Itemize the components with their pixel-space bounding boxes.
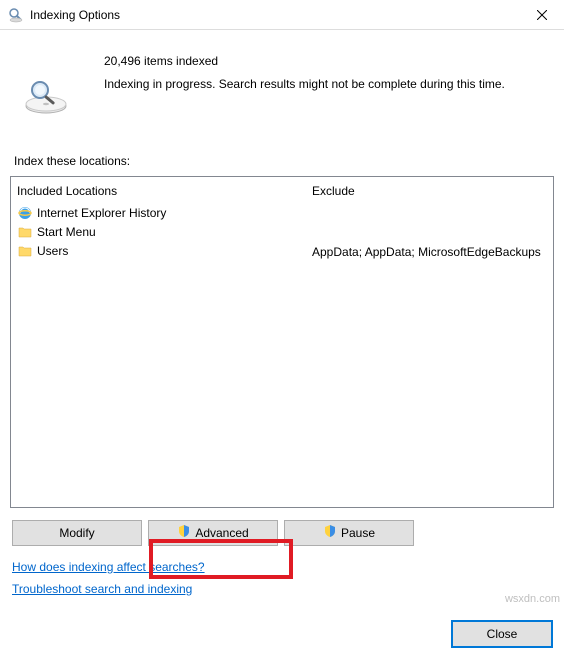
folder-icon [17,243,33,259]
close-label: Close [487,627,518,641]
shield-icon [323,524,337,541]
list-item[interactable]: Internet Explorer History [17,204,300,223]
list-item[interactable]: Start Menu [17,223,300,242]
watermark: wsxdn.com [505,593,560,605]
window-close-button[interactable] [519,0,564,30]
locations-list: Included Locations Internet Explorer His… [10,176,554,508]
items-indexed-text: 20,496 items indexed [104,50,554,73]
progress-text: Indexing in progress. Search results mig… [104,73,554,96]
titlebar: Indexing Options [0,0,564,30]
troubleshoot-link[interactable]: Troubleshoot search and indexing [12,582,192,596]
modify-label: Modify [59,526,94,540]
folder-icon [17,224,33,240]
location-name: Users [37,244,68,258]
advanced-label: Advanced [195,526,248,540]
ie-icon [17,205,33,221]
list-item[interactable]: Users [17,242,300,261]
help-link[interactable]: How does indexing affect searches? [12,560,205,574]
locations-label: Index these locations: [14,154,554,168]
indexing-large-icon [22,78,70,114]
modify-button[interactable]: Modify [12,520,142,546]
window-title: Indexing Options [30,8,120,22]
location-name: Start Menu [37,225,96,239]
pause-label: Pause [341,526,375,540]
shield-icon [177,524,191,541]
advanced-button[interactable]: Advanced [148,520,278,546]
exclude-value [312,204,547,223]
exclude-value: AppData; AppData; MicrosoftEdgeBackups [312,242,547,261]
location-name: Internet Explorer History [37,206,166,220]
pause-button[interactable]: Pause [284,520,414,546]
exclude-header: Exclude [312,181,547,204]
exclude-value [312,223,547,242]
close-icon [537,10,547,20]
included-header: Included Locations [17,181,300,204]
close-button[interactable]: Close [452,621,552,647]
indexing-options-icon [8,7,24,23]
status-block: 20,496 items indexed Indexing in progres… [10,30,554,106]
